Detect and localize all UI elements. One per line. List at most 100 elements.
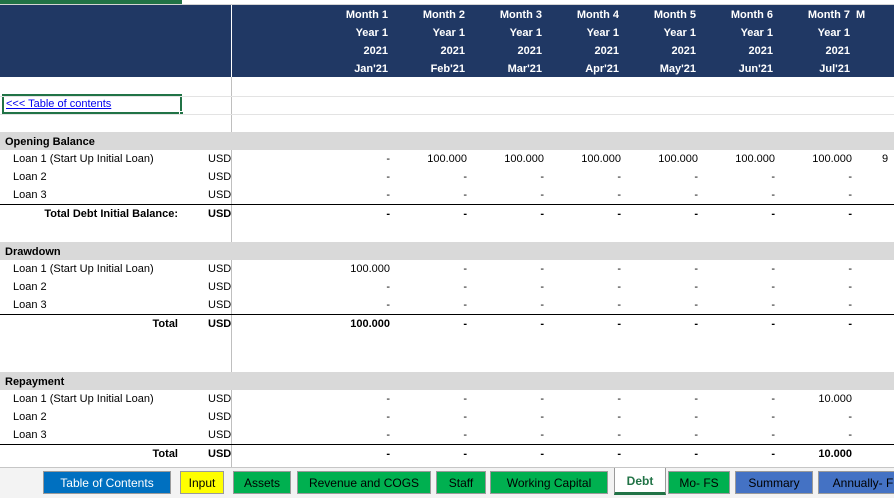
row-label[interactable]: Loan 3	[13, 429, 47, 441]
value-cell[interactable]: -	[467, 411, 544, 423]
value-cell[interactable]: -	[621, 208, 698, 220]
row-label[interactable]: Total	[153, 448, 178, 460]
value-cell[interactable]: -	[775, 189, 852, 201]
value-cell[interactable]: -	[544, 189, 621, 201]
row-label[interactable]: Total	[153, 318, 178, 330]
row-unit[interactable]: USD	[208, 263, 231, 275]
value-cell[interactable]: -	[775, 318, 852, 330]
value-cell[interactable]: -	[698, 189, 775, 201]
sheet-tab-table-of-contents[interactable]: Table of Contents	[43, 471, 171, 494]
value-cell[interactable]: -	[544, 393, 621, 405]
value-cell[interactable]: -	[621, 299, 698, 311]
row-unit[interactable]: USD	[208, 171, 231, 183]
row-unit[interactable]: USD	[208, 393, 231, 405]
value-cell[interactable]: -	[621, 189, 698, 201]
value-cell[interactable]: -	[698, 208, 775, 220]
value-cell[interactable]: -	[390, 299, 467, 311]
row-label[interactable]: Loan 1 (Start Up Initial Loan)	[13, 153, 154, 165]
value-cell[interactable]: -	[313, 299, 390, 311]
value-cell[interactable]: -	[390, 263, 467, 275]
value-cell[interactable]: -	[775, 263, 852, 275]
value-cell[interactable]: -	[467, 318, 544, 330]
sheet-tab-working-capital[interactable]: Working Capital	[490, 471, 608, 494]
value-cell[interactable]: -	[698, 448, 775, 460]
row-label[interactable]: Loan 2	[13, 281, 47, 293]
row-unit[interactable]: USD	[208, 153, 231, 165]
value-cell[interactable]: 9	[882, 153, 894, 165]
value-cell[interactable]: -	[390, 429, 467, 441]
sheet-tab-input[interactable]: Input	[180, 471, 224, 494]
value-cell[interactable]: -	[698, 281, 775, 293]
sheet-tab-revenue-and-cogs[interactable]: Revenue and COGS	[297, 471, 431, 494]
sheet-tab-debt[interactable]: Debt	[614, 468, 666, 495]
value-cell[interactable]: 100.000	[544, 153, 621, 165]
value-cell[interactable]: -	[313, 393, 390, 405]
value-cell[interactable]: -	[621, 281, 698, 293]
toc-cell-selected[interactable]: <<< Table of contents	[2, 94, 184, 116]
value-cell[interactable]: -	[544, 281, 621, 293]
value-cell[interactable]: -	[313, 171, 390, 183]
value-cell[interactable]: -	[621, 171, 698, 183]
row-unit[interactable]: USD	[208, 318, 231, 330]
toc-link[interactable]: <<< Table of contents	[6, 98, 111, 110]
row-label[interactable]: Loan 3	[13, 189, 47, 201]
value-cell[interactable]: -	[698, 318, 775, 330]
row-label[interactable]: Total Debt Initial Balance:	[44, 208, 178, 220]
value-cell[interactable]: -	[775, 208, 852, 220]
value-cell[interactable]: -	[544, 171, 621, 183]
value-cell[interactable]: -	[544, 318, 621, 330]
value-cell[interactable]: -	[544, 299, 621, 311]
value-cell[interactable]: -	[390, 393, 467, 405]
value-cell[interactable]: -	[390, 411, 467, 423]
value-cell[interactable]: -	[467, 299, 544, 311]
row-label[interactable]: Loan 1 (Start Up Initial Loan)	[13, 393, 154, 405]
value-cell[interactable]: 100.000	[621, 153, 698, 165]
row-label[interactable]: Loan 1 (Start Up Initial Loan)	[13, 263, 154, 275]
value-cell[interactable]: 100.000	[775, 153, 852, 165]
value-cell[interactable]: -	[313, 411, 390, 423]
value-cell[interactable]: -	[621, 429, 698, 441]
value-cell[interactable]: -	[698, 299, 775, 311]
value-cell[interactable]: 100.000	[390, 153, 467, 165]
value-cell[interactable]: -	[390, 448, 467, 460]
value-cell[interactable]: -	[390, 171, 467, 183]
row-label[interactable]: Loan 2	[13, 171, 47, 183]
sheet-tab-staff[interactable]: Staff	[436, 471, 486, 494]
value-cell[interactable]: -	[775, 299, 852, 311]
value-cell[interactable]: -	[621, 411, 698, 423]
value-cell[interactable]: 100.000	[313, 263, 390, 275]
value-cell[interactable]: -	[775, 411, 852, 423]
value-cell[interactable]: -	[390, 189, 467, 201]
value-cell[interactable]: -	[698, 411, 775, 423]
value-cell[interactable]: -	[698, 171, 775, 183]
value-cell[interactable]: -	[467, 448, 544, 460]
value-cell[interactable]: 10.000	[775, 448, 852, 460]
sheet-tab-summary[interactable]: Summary	[735, 471, 813, 494]
value-cell[interactable]: 100.000	[467, 153, 544, 165]
value-cell[interactable]: -	[467, 263, 544, 275]
value-cell[interactable]: -	[467, 171, 544, 183]
value-cell[interactable]: -	[775, 429, 852, 441]
row-unit[interactable]: USD	[208, 208, 231, 220]
row-unit[interactable]: USD	[208, 299, 231, 311]
value-cell[interactable]: -	[698, 263, 775, 275]
row-unit[interactable]: USD	[208, 281, 231, 293]
value-cell[interactable]: -	[775, 171, 852, 183]
section-title[interactable]: Repayment	[5, 376, 64, 388]
value-cell[interactable]: 100.000	[313, 318, 390, 330]
value-cell[interactable]: -	[313, 281, 390, 293]
value-cell[interactable]: 100.000	[698, 153, 775, 165]
value-cell[interactable]: -	[544, 429, 621, 441]
value-cell[interactable]: -	[390, 281, 467, 293]
value-cell[interactable]: -	[313, 448, 390, 460]
sheet-tab-annually-f[interactable]: Annually- F	[818, 471, 894, 494]
value-cell[interactable]: -	[313, 208, 390, 220]
row-label[interactable]: Loan 2	[13, 411, 47, 423]
value-cell[interactable]: -	[544, 263, 621, 275]
value-cell[interactable]: -	[467, 189, 544, 201]
row-unit[interactable]: USD	[208, 189, 231, 201]
value-cell[interactable]: -	[390, 318, 467, 330]
value-cell[interactable]: -	[621, 318, 698, 330]
value-cell[interactable]: -	[313, 189, 390, 201]
value-cell[interactable]: -	[313, 429, 390, 441]
